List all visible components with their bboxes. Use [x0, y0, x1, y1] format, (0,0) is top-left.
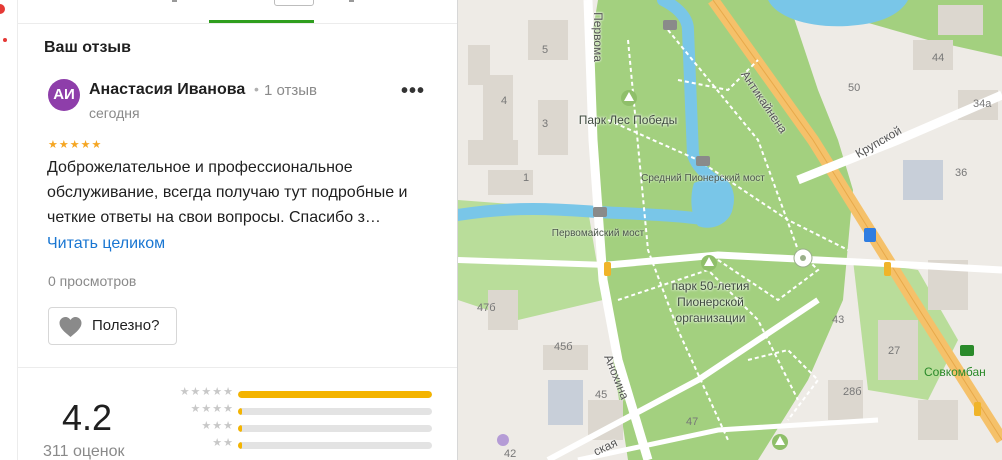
- rating-bar-track: [238, 408, 432, 415]
- house-number: 50: [848, 82, 861, 94]
- useful-button[interactable]: Полезно?: [48, 307, 177, 345]
- rating-count: 311 оценок: [43, 443, 125, 460]
- rating-bar-track: [238, 425, 432, 432]
- section-title: Ваш отзыв: [44, 39, 131, 56]
- rating-bar-fill: [238, 425, 242, 432]
- map-label-pervomaysky-most[interactable]: Первомайский мост: [528, 227, 668, 240]
- house-number: 47: [686, 416, 699, 428]
- rating-row-stars: ★★★: [201, 420, 234, 432]
- author-name[interactable]: Анастасия Иванова: [89, 81, 245, 99]
- house-number: 44: [932, 52, 945, 64]
- map-label-bank[interactable]: Совкомбан: [924, 365, 986, 379]
- traffic-light-icon: [974, 402, 981, 416]
- map-view[interactable]: Парк Лес Победы Средний Пионерский мост …: [458, 0, 1002, 460]
- rating-row-stars: ★★: [212, 437, 234, 449]
- author-separator: •: [254, 81, 259, 97]
- rating-row-stars: ★★★★: [190, 403, 234, 415]
- house-number: 45б: [554, 341, 573, 353]
- tab-fragment-left[interactable]: [172, 0, 177, 2]
- map-building: [938, 5, 983, 35]
- section-divider: [18, 367, 457, 368]
- house-number: 43: [832, 314, 845, 326]
- rating-bar-track: [238, 442, 432, 449]
- house-number: 47б: [477, 302, 496, 314]
- map-pin-icon: [497, 434, 509, 446]
- read-more-link[interactable]: Читать целиком: [47, 235, 165, 253]
- rating-row-5: ★★★★★: [154, 386, 454, 401]
- more-options-button[interactable]: •••: [396, 81, 430, 106]
- rating-bar-fill: [238, 408, 242, 415]
- house-number: 45: [595, 389, 608, 401]
- rating-bar-track: [238, 391, 432, 398]
- rating-bar-fill: [238, 442, 242, 449]
- review-text: Доброжелательное и профессиональное обсл…: [47, 159, 408, 226]
- rating-row-4: ★★★★: [154, 403, 454, 418]
- rating-value: 4.2: [62, 397, 113, 438]
- rating-row-3: ★★★: [154, 420, 454, 435]
- left-edge-strip: [0, 0, 18, 460]
- bus-stop-icon: [864, 228, 876, 242]
- house-number: 4: [501, 95, 508, 107]
- review-stars: ★★★★★: [48, 139, 103, 151]
- red-marker-icon: [0, 4, 5, 14]
- house-number: 1: [523, 172, 530, 184]
- avatar[interactable]: АИ: [48, 79, 80, 111]
- tab-active-indicator: [209, 20, 314, 23]
- review-panel: Ваш отзыв АИ Анастасия Иванова • 1 отзыв…: [18, 0, 458, 460]
- views-count: 0 просмотров: [48, 273, 137, 289]
- author-reviews-count: 1 отзыв: [264, 82, 318, 99]
- fountain-icon-center: [800, 255, 806, 261]
- rating-row-stars: ★★★★★: [179, 386, 234, 398]
- rating-bar-fill: [238, 391, 432, 398]
- map-building: [468, 140, 518, 165]
- house-number: 3: [542, 118, 549, 130]
- map-building: [483, 75, 513, 145]
- tab-counter-badge: [274, 0, 314, 6]
- traffic-light-icon: [884, 262, 891, 276]
- bridge-icon: [696, 156, 710, 166]
- map-street-pervomaysky: Первома: [590, 12, 605, 62]
- useful-button-label: Полезно?: [92, 317, 160, 334]
- map-label-sredny-most[interactable]: Средний Пионерский мост: [633, 172, 773, 185]
- bridge-icon: [663, 20, 677, 30]
- house-number: 42: [504, 448, 517, 460]
- map-label-park-les-pobedy[interactable]: Парк Лес Победы: [563, 112, 693, 128]
- rating-row-2: ★★: [154, 437, 454, 452]
- red-dot-icon: [3, 38, 7, 42]
- house-number: 28б: [843, 386, 862, 398]
- house-number: 36: [955, 167, 968, 179]
- house-number: 34а: [973, 98, 992, 110]
- review-date: сегодня: [89, 105, 140, 121]
- traffic-light-icon: [604, 262, 611, 276]
- map-building: [903, 160, 943, 200]
- tab-fragment-right[interactable]: [349, 0, 354, 2]
- map-building: [918, 400, 958, 440]
- bank-icon: [960, 345, 974, 356]
- map-label-park-50[interactable]: парк 50-летия Пионерской организации: [653, 278, 768, 326]
- house-number: 27: [888, 345, 901, 357]
- bridge-icon: [593, 207, 607, 217]
- map-building: [548, 380, 583, 425]
- tab-bar: [18, 0, 457, 24]
- heart-icon: [59, 317, 82, 337]
- house-number: 5: [542, 44, 549, 56]
